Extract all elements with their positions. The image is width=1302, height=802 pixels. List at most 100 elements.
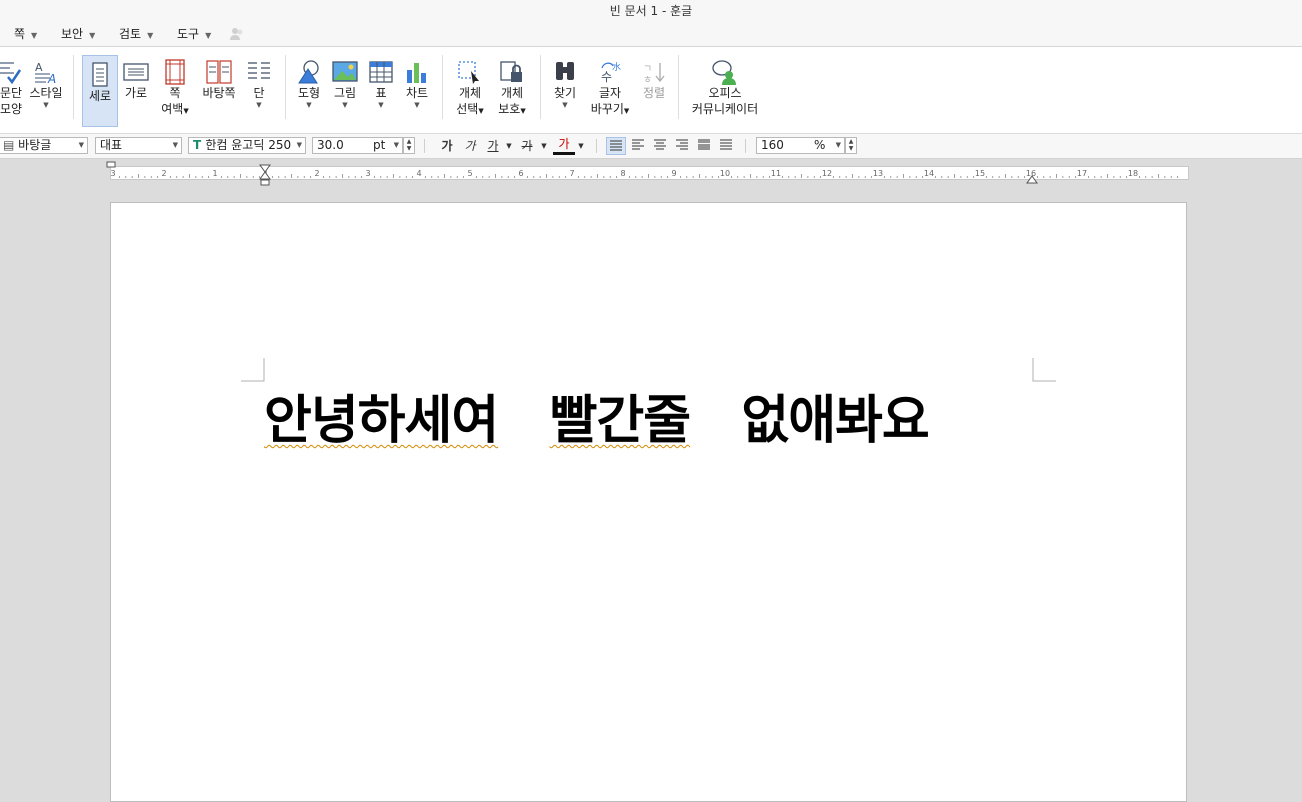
misspelled-word[interactable]: 안녕하세여 (264, 391, 499, 451)
columns-button[interactable]: 단 ▼ (242, 53, 276, 125)
align-left-button[interactable] (628, 137, 648, 155)
shape-button[interactable]: 도형 ▼ (292, 53, 326, 125)
table-icon (369, 61, 393, 83)
communicator-icon (712, 60, 736, 85)
strikethrough-button[interactable]: 가 (516, 137, 538, 155)
ruler-label: 9 (671, 169, 676, 178)
svg-text:수: 수 (601, 70, 612, 84)
ruler-label: 4 (416, 169, 421, 178)
window-title: 빈 문서 1 - 훈글 (0, 0, 1302, 22)
menu-review[interactable]: 검토 ▼ (119, 22, 153, 46)
picture-button[interactable]: 그림 ▼ (328, 53, 362, 125)
menu-page[interactable]: 쪽 ▼ (14, 22, 37, 46)
chevron-down-icon: ▼ (414, 101, 420, 109)
sort-button[interactable]: ㄱㅎ 정렬 (638, 53, 670, 125)
chevron-down-icon: ▼ (835, 141, 841, 149)
portrait-button[interactable]: 세로 (82, 55, 118, 127)
object-select-label1: 개체 (458, 86, 482, 100)
ribbon-toolbar: 문단 모양 AA 스타일 ▼ 세로 가로 쪽 여백▼ 바탕쪽 단 ▼ 도형 ▼ … (0, 47, 1302, 134)
ruler-label: 11 (771, 169, 781, 178)
underline-button[interactable]: 가 (482, 137, 504, 155)
italic-button[interactable]: 가 (459, 137, 481, 155)
font-select[interactable]: T 한컴 윤고딕 250 ▼ (188, 137, 306, 154)
paragraph-shape-button[interactable]: 문단 모양 (0, 53, 22, 125)
landscape-page-icon (123, 63, 149, 81)
table-button[interactable]: 표 ▼ (364, 53, 398, 125)
align-justify-button[interactable] (606, 137, 626, 155)
ruler-label: 13 (873, 169, 883, 178)
bold-button[interactable]: 가 (436, 137, 458, 155)
separator (285, 55, 286, 119)
format-toolbar: ▤ 바탕글 ▼ 대표 ▼ T 한컴 윤고딕 250 ▼ 30.0 pt ▼ ▲ ▼ 가 … (0, 134, 1302, 159)
landscape-button[interactable]: 가로 (120, 53, 152, 125)
split-distribute-button[interactable] (716, 137, 736, 155)
background-page-label: 바탕쪽 (202, 86, 236, 100)
document-page[interactable] (110, 202, 1187, 802)
chevron-down-icon: ▼ (89, 31, 96, 40)
document-text-line[interactable]: 안녕하세여 빨간줄 없애봐요 (264, 378, 930, 453)
svg-text:ㅎ: ㅎ (643, 75, 652, 85)
svg-text:A: A (47, 72, 56, 85)
separator (540, 55, 541, 119)
zoom-unit: % (814, 138, 826, 152)
menu-tools[interactable]: 도구 ▼ (177, 22, 211, 46)
misspelled-word[interactable]: 빨간줄 (550, 391, 692, 451)
tab-marker-icon[interactable] (106, 161, 118, 169)
menu-bar: 쪽 ▼ 보안 ▼ 검토 ▼ 도구 ▼ (0, 22, 1302, 47)
chevron-down-icon: ▼ (520, 107, 526, 115)
language-select[interactable]: 대표 ▼ (95, 137, 182, 154)
page-margins-button[interactable]: 쪽 여백▼ (158, 53, 192, 125)
sort-label: 정렬 (642, 86, 666, 100)
object-protect-button[interactable]: 개체 보호▼ (494, 53, 530, 125)
chevron-down-icon[interactable]: ▼ (503, 137, 515, 155)
svg-text:ㄱ: ㄱ (643, 64, 652, 75)
office-communicator-button[interactable]: 오피스 커뮤니케이터 (690, 53, 760, 125)
chart-button[interactable]: 차트 ▼ (400, 53, 434, 125)
find-button[interactable]: 찾기 ▼ (548, 53, 582, 125)
replace-button[interactable]: 수水 글자 바꾸기▼ (588, 53, 632, 125)
style-button[interactable]: AA 스타일 ▼ (26, 53, 66, 125)
ruler-label: 2 (161, 169, 166, 178)
style-label: 스타일 (29, 86, 63, 100)
replace-label1: 글자 (598, 86, 622, 100)
find-label: 찾기 (553, 86, 577, 100)
ruler-label: 14 (924, 169, 934, 178)
chevron-down-icon[interactable]: ▼ (538, 137, 550, 155)
font-size-input[interactable]: 30.0 pt ▼ (312, 137, 403, 154)
chart-icon (407, 63, 426, 83)
object-protect-label2-wrap: 보호▼ (494, 101, 530, 119)
chevron-down-icon: ▼ (31, 31, 38, 40)
menu-security[interactable]: 보안 ▼ (61, 22, 95, 46)
align-center-button[interactable] (650, 137, 670, 155)
distribute-button[interactable] (694, 137, 714, 155)
ruler-label: 6 (518, 169, 523, 178)
font-color-button[interactable]: 가 (553, 137, 575, 155)
background-page-button[interactable]: 바탕쪽 (200, 53, 238, 125)
menu-page-label: 쪽 (14, 27, 26, 41)
object-select-button[interactable]: 개체 선택▼ (452, 53, 488, 125)
distribute-icon (698, 139, 710, 150)
chevron-down-icon: ▼ (172, 141, 178, 149)
chevron-down-icon[interactable]: ▼ (575, 137, 587, 155)
svg-text:水: 水 (612, 61, 621, 73)
ruler-label: 3 (365, 169, 370, 178)
chevron-down-icon: ▼ (294, 138, 302, 153)
document-word[interactable]: 없애봐요 (741, 391, 929, 451)
ruler-label: 17 (1077, 169, 1087, 178)
replace-icon: 수水 (601, 61, 621, 84)
font-size-spinner[interactable]: ▲ ▼ (403, 137, 415, 154)
indent-marker-icon[interactable] (258, 163, 272, 187)
align-right-button[interactable] (672, 137, 692, 155)
separator (596, 139, 597, 153)
font-select-value: 한컴 윤고딕 250 (205, 138, 292, 152)
separator (745, 139, 746, 153)
right-indent-marker-icon[interactable] (1026, 175, 1038, 184)
margin-corner-top-left (241, 358, 265, 382)
sort-icon: ㄱㅎ (643, 63, 665, 85)
style-select[interactable]: ▤ 바탕글 ▼ (0, 137, 88, 154)
chevron-down-icon: ▼ (623, 107, 630, 115)
zoom-input[interactable]: 160 % ▼ (756, 137, 845, 154)
chevron-down-icon: ▼ (378, 101, 384, 109)
zoom-spinner[interactable]: ▲ ▼ (845, 137, 857, 154)
ruler-label: 2 (314, 169, 319, 178)
